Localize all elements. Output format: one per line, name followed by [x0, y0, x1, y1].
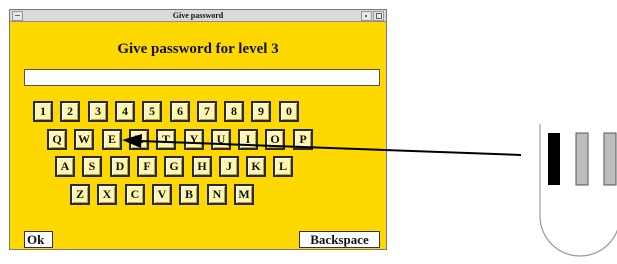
arrow-left-icon: [122, 134, 522, 156]
arrow-head: [122, 134, 142, 148]
arrow-shaft: [139, 140, 522, 156]
stylus-tip-icon: [539, 124, 617, 257]
